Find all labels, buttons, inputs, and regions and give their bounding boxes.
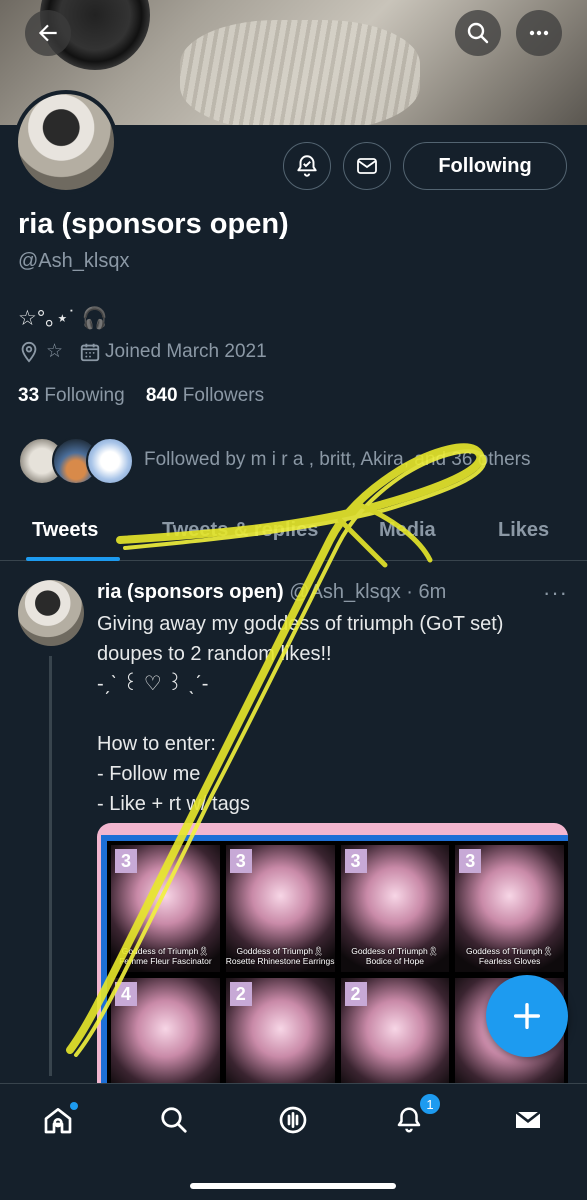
tweet-text: Giving away my goddess of triumph (GoT s… bbox=[97, 613, 504, 815]
profile-location: ☆ bbox=[46, 341, 64, 362]
profile-meta: ☆ Joined March 2021 bbox=[18, 340, 283, 363]
media-card: 3 Goddess of Triumph🎗Bodice of Hope bbox=[340, 845, 450, 972]
media-card: 4 bbox=[111, 978, 220, 1083]
more-options-button[interactable] bbox=[516, 10, 562, 56]
media-card-label: Goddess of Triumph🎗Rosette Rhinestone Ea… bbox=[225, 946, 335, 966]
location-icon bbox=[21, 341, 37, 363]
media-card-count: 3 bbox=[229, 849, 252, 873]
notify-button[interactable] bbox=[283, 142, 331, 190]
search-button[interactable] bbox=[455, 10, 501, 56]
mail-icon bbox=[357, 158, 377, 174]
media-card-count: 3 bbox=[115, 849, 137, 873]
compose-plus-icon bbox=[513, 1002, 541, 1030]
more-icon bbox=[529, 30, 549, 36]
message-button[interactable] bbox=[343, 142, 391, 190]
active-tab-indicator bbox=[26, 557, 120, 561]
back-button[interactable] bbox=[25, 10, 71, 56]
profile-avatar[interactable] bbox=[14, 90, 118, 194]
profile-handle: @Ash_klsqx bbox=[18, 250, 130, 272]
following-count: 33 bbox=[18, 385, 40, 406]
tweet-author-name[interactable]: ria (sponsors open) bbox=[97, 581, 284, 603]
tweet-more-button[interactable]: ··· bbox=[543, 580, 568, 606]
spaces-icon bbox=[279, 1106, 307, 1134]
following-label: Following bbox=[44, 385, 125, 406]
home-icon bbox=[44, 1108, 72, 1134]
media-card: 3 Goddess of Triumph🎗Rosette Rhinestone E… bbox=[225, 845, 335, 972]
follower-avatar bbox=[86, 437, 134, 485]
followers-label: Followers bbox=[182, 385, 265, 406]
tab-likes[interactable]: Likes bbox=[498, 519, 549, 542]
home-unread-dot bbox=[70, 1102, 78, 1110]
followers-count: 840 bbox=[145, 385, 178, 406]
media-card-label: Goddess of Triumph🎗Fearless Gloves bbox=[465, 946, 554, 966]
tweet-header: ria (sponsors open) @Ash_klsqx · 6m bbox=[97, 581, 446, 604]
following-button[interactable]: Following bbox=[403, 142, 567, 190]
profile-name: ria (sponsors open) bbox=[18, 208, 289, 240]
media-card: 3 Goddess of Triumph🎗Fearless Gloves bbox=[455, 845, 564, 972]
compose-button[interactable] bbox=[486, 975, 568, 1057]
followed-by-text: Followed by m i r a , britt, Akira, and … bbox=[144, 449, 531, 470]
following-stat[interactable]: 33 Following bbox=[18, 385, 125, 406]
tab-media[interactable]: Media bbox=[379, 519, 436, 542]
home-indicator bbox=[190, 1183, 396, 1189]
nav-spaces[interactable] bbox=[271, 1098, 315, 1142]
tweet-handle-time: @Ash_klsqx · 6m bbox=[289, 581, 447, 603]
media-card: 3 Goddess of Triumph🎗Femme Fleur Fascinat… bbox=[111, 845, 220, 972]
search-icon bbox=[161, 1107, 187, 1133]
media-card-label: Goddess of Triumph🎗Bodice of Hope bbox=[351, 946, 439, 966]
nav-search[interactable] bbox=[152, 1098, 196, 1142]
profile-bio: ☆°｡⋆˙ 🎧 bbox=[18, 307, 108, 330]
media-card: 2 bbox=[225, 978, 335, 1083]
search-icon bbox=[467, 22, 489, 44]
profile-joined: Joined March 2021 bbox=[105, 340, 267, 362]
nav-home[interactable] bbox=[36, 1098, 80, 1142]
tab-tweets[interactable]: Tweets bbox=[32, 519, 98, 542]
profile-tabs: Tweets Tweets & replies Media Likes bbox=[0, 505, 587, 561]
profile-stats: 33 Following 840 Followers bbox=[18, 385, 264, 407]
tab-tweets-replies[interactable]: Tweets & replies bbox=[162, 519, 318, 542]
notifications-badge: 1 bbox=[418, 1092, 442, 1116]
followers-stat[interactable]: 840 Followers bbox=[146, 385, 264, 406]
bell-plus-icon bbox=[297, 155, 317, 177]
media-card-count: 3 bbox=[344, 849, 367, 873]
thread-line bbox=[49, 656, 52, 1076]
media-card-count: 4 bbox=[115, 982, 137, 1006]
media-card-count: 3 bbox=[459, 849, 482, 873]
calendar-icon bbox=[80, 343, 100, 361]
inbox-icon bbox=[515, 1110, 541, 1128]
nav-messages[interactable] bbox=[506, 1098, 550, 1142]
banner-fabric bbox=[180, 20, 420, 125]
back-arrow-icon bbox=[38, 24, 57, 42]
followed-by-row[interactable]: Followed by m i r a , britt, Akira, and … bbox=[18, 437, 531, 485]
media-card-label: Goddess of Triumph🎗Femme Fleur Fascinato… bbox=[119, 946, 212, 966]
media-card-count: 2 bbox=[229, 982, 252, 1006]
tweet-author-avatar[interactable] bbox=[18, 580, 84, 646]
media-card-count: 2 bbox=[344, 982, 367, 1006]
media-card: 2 bbox=[340, 978, 450, 1083]
